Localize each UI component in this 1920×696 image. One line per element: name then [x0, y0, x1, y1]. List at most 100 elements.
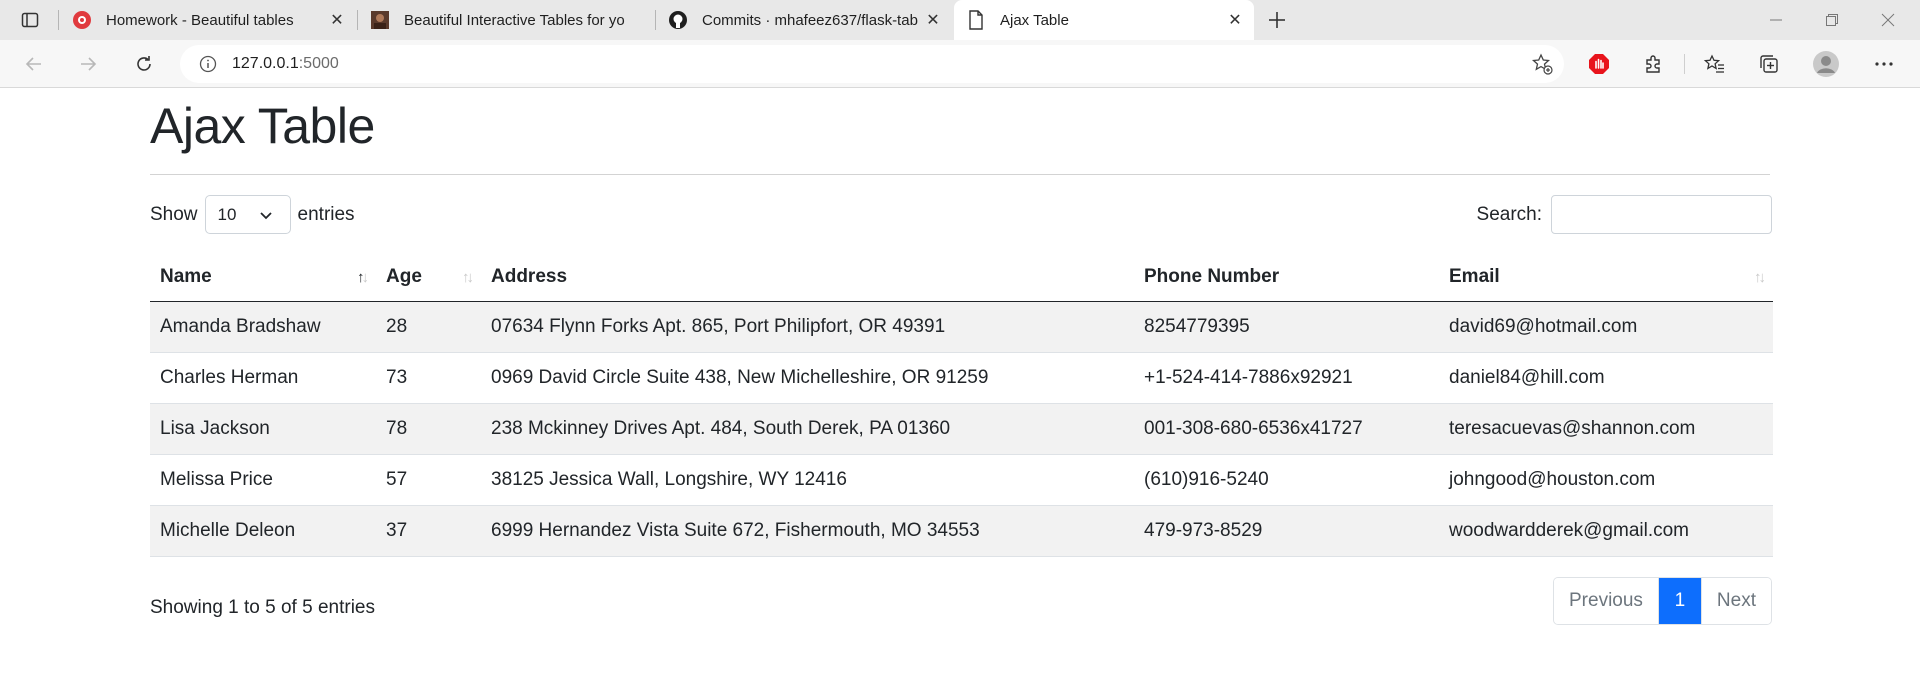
more-menu-button[interactable] [1866, 48, 1902, 80]
table-row: Melissa Price 57 38125 Jessica Wall, Lon… [150, 454, 1773, 506]
url-text: 127.0.0.1:5000 [232, 55, 339, 73]
tab-title: Ajax Table [1000, 11, 1069, 29]
browser-tab-strip: Homework - Beautiful tables ✕ Beautiful … [0, 0, 1920, 40]
cell-age: 37 [376, 505, 481, 557]
column-header-name[interactable]: Name ↑↓ [150, 253, 376, 302]
minimize-button[interactable] [1748, 0, 1804, 40]
cell-email: johngood@houston.com [1439, 454, 1773, 506]
arrow-right-icon [81, 57, 97, 71]
document-icon [966, 10, 986, 30]
cell-phone: 001-308-680-6536x41727 [1134, 403, 1439, 455]
sort-asc-icon: ↑↓ [357, 269, 369, 286]
table-footer: Showing 1 to 5 of 5 entries Previous 1 N… [150, 567, 1772, 627]
table-header-row: Name ↑↓ Age ↑↓ Address Phone Number Emai… [150, 253, 1773, 302]
stop-hand-icon [1589, 54, 1609, 74]
table-info: Showing 1 to 5 of 5 entries [150, 596, 375, 618]
close-window-button[interactable] [1860, 0, 1916, 40]
search-input[interactable] [1551, 195, 1772, 234]
column-header-label: Phone Number [1144, 265, 1280, 287]
cell-age: 78 [376, 403, 481, 455]
cell-name: Amanda Bradshaw [150, 301, 376, 353]
browser-tab-homework[interactable]: Homework - Beautiful tables ✕ [60, 0, 356, 40]
column-header-phone: Phone Number [1134, 253, 1439, 302]
cell-address: 6999 Hernandez Vista Suite 672, Fishermo… [481, 505, 1134, 557]
column-header-age[interactable]: Age ↑↓ [376, 253, 481, 302]
browser-tab-ajax-table[interactable]: Ajax Table ✕ [954, 0, 1254, 40]
show-label: Show [150, 203, 198, 225]
page-length-control: Show 10 entries [150, 195, 355, 234]
cell-age: 73 [376, 352, 481, 404]
refresh-button[interactable] [126, 48, 162, 80]
column-header-address: Address [481, 253, 1134, 302]
forward-button[interactable] [70, 48, 106, 80]
cell-phone: 8254779395 [1134, 301, 1439, 353]
browser-tab-tables-video[interactable]: Beautiful Interactive Tables for yo [358, 0, 654, 40]
pagination: Previous 1 Next [1553, 576, 1772, 625]
previous-page-button[interactable]: Previous [1554, 577, 1658, 624]
title-divider [150, 174, 1770, 175]
column-header-label: Name [160, 265, 212, 287]
sort-icon: ↑↓ [462, 269, 474, 286]
tab-title: Beautiful Interactive Tables for yo [404, 11, 625, 29]
cell-email: woodwardderek@gmail.com [1439, 505, 1773, 557]
page-length-select[interactable]: 10 [204, 195, 291, 234]
tab-separator [58, 10, 59, 30]
restore-button[interactable] [1804, 0, 1860, 40]
star-add-icon [1531, 53, 1553, 75]
cell-email: daniel84@hill.com [1439, 352, 1773, 404]
page-content: Ajax Table Show 10 entries Search: Name … [150, 88, 1773, 627]
tab-title: Homework - Beautiful tables [106, 11, 294, 29]
cell-phone: +1-524-414-7886x92921 [1134, 352, 1439, 404]
search-control: Search: [1477, 195, 1772, 234]
cell-name: Melissa Price [150, 454, 376, 506]
cell-address: 38125 Jessica Wall, Longshire, WY 12416 [481, 454, 1134, 506]
sort-icon: ↑↓ [1754, 269, 1766, 286]
column-header-email[interactable]: Email ↑↓ [1439, 253, 1773, 302]
profile-button[interactable] [1808, 48, 1844, 80]
column-header-label: Age [386, 265, 422, 287]
cell-address: 07634 Flynn Forks Apt. 865, Port Philipf… [481, 301, 1134, 353]
column-header-label: Address [491, 265, 568, 287]
page-title: Ajax Table [150, 98, 375, 154]
collections-button[interactable] [1751, 48, 1787, 80]
red-gear-icon [72, 10, 92, 30]
new-tab-button[interactable] [1262, 5, 1292, 35]
address-bar[interactable]: 127.0.0.1:5000 [180, 45, 1564, 83]
close-icon [1881, 13, 1895, 27]
github-icon [668, 10, 688, 30]
close-icon[interactable]: ✕ [1220, 5, 1250, 35]
tab-title: Commits · mhafeez637/flask-tabl [702, 11, 918, 29]
table-row: Charles Herman 73 0969 David Circle Suit… [150, 352, 1773, 404]
table-row: Michelle Deleon 37 6999 Hernandez Vista … [150, 505, 1773, 557]
video-thumbnail-icon [370, 10, 390, 30]
entries-label: entries [297, 203, 355, 225]
arrow-left-icon [25, 57, 41, 71]
page-1-button[interactable]: 1 [1657, 577, 1701, 624]
cell-phone: (610)916-5240 [1134, 454, 1439, 506]
extension-adblock-button[interactable] [1581, 48, 1617, 80]
cell-age: 57 [376, 454, 481, 506]
browser-tab-commits[interactable]: Commits · mhafeez637/flask-tabl ✕ [656, 0, 952, 40]
table-controls: Show 10 entries Search: [150, 195, 1772, 253]
extensions-button[interactable] [1636, 48, 1672, 80]
tab-actions-icon [21, 12, 39, 28]
close-icon[interactable]: ✕ [322, 5, 352, 35]
close-icon[interactable]: ✕ [918, 5, 948, 35]
add-favorite-button[interactable] [1530, 53, 1554, 75]
search-label: Search: [1476, 203, 1542, 225]
cell-name: Charles Herman [150, 352, 376, 404]
favorites-button[interactable] [1696, 48, 1732, 80]
column-header-label: Email [1449, 265, 1500, 287]
next-page-button[interactable]: Next [1700, 577, 1771, 624]
cell-email: teresacuevas@shannon.com [1439, 403, 1773, 455]
table-row: Amanda Bradshaw 28 07634 Flynn Forks Apt… [150, 301, 1773, 353]
tab-actions-button[interactable] [14, 8, 46, 32]
chevron-down-icon [259, 212, 272, 220]
toolbar-separator [1684, 54, 1685, 74]
minimize-icon [1770, 19, 1782, 21]
back-button[interactable] [16, 48, 52, 80]
cell-name: Lisa Jackson [150, 403, 376, 455]
plus-icon [1269, 12, 1285, 28]
info-icon[interactable] [198, 54, 218, 74]
table-row: Lisa Jackson 78 238 Mckinney Drives Apt.… [150, 403, 1773, 455]
